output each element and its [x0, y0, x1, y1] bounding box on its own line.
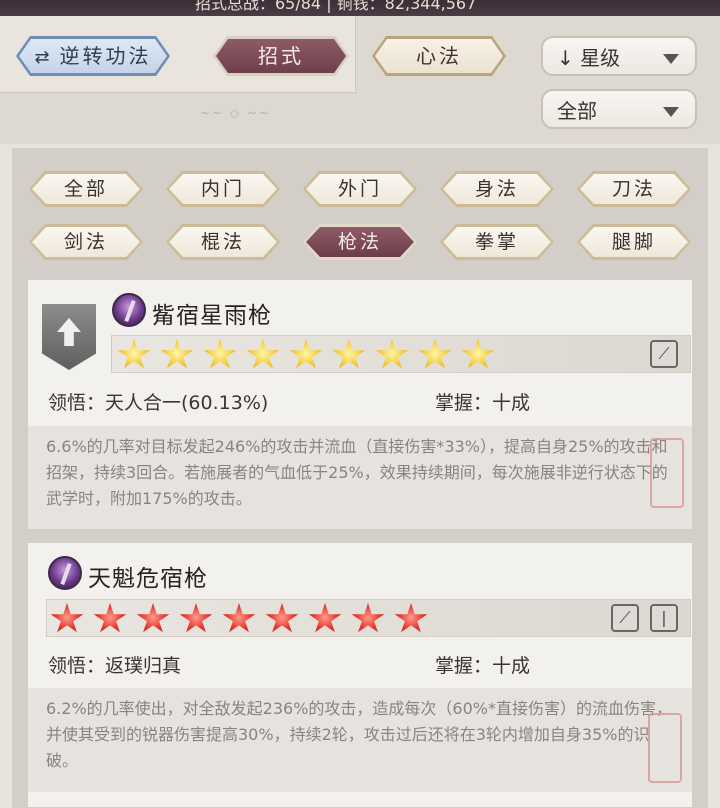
filter-inner-sect[interactable]: 内门: [166, 171, 280, 207]
spear-type-icon[interactable]: ⟋: [650, 340, 678, 368]
rank-up-icon[interactable]: [42, 304, 96, 370]
star-rating: ⟋: [111, 335, 691, 373]
star-icon: [394, 603, 428, 633]
star-icon: [136, 603, 170, 633]
star-icon: [179, 603, 213, 633]
comprehension-row: 领悟：天人合一(60.13%): [48, 392, 269, 414]
filter-staff[interactable]: 棍法: [166, 224, 280, 260]
skill-description: 6.6%的几率对目标发起246%的攻击并流血（直接伤害*33%），提高自身25%…: [28, 426, 692, 529]
mastery-row: 掌握：十成: [435, 392, 531, 414]
star-icon: [289, 339, 323, 369]
skill-name: 觜宿星雨枪: [152, 303, 272, 329]
swap-arrows-icon: ⇄: [34, 47, 50, 68]
star-icon: [117, 339, 151, 369]
spear-type-icon[interactable]: ⟋: [611, 604, 639, 632]
filter-blade[interactable]: 刀法: [577, 171, 691, 207]
reverse-technique-button[interactable]: ⇄ 逆转功法: [16, 36, 170, 76]
spear-skill-icon: [48, 556, 82, 590]
spear-skill-icon: [112, 293, 146, 327]
tab-moves[interactable]: 招式: [213, 36, 349, 76]
star-icon: [418, 339, 452, 369]
top-status-bar: 招式总战：65/84 | 铜钱：82,344,567: [0, 0, 720, 16]
comprehension-row: 领悟：返璞归真: [48, 655, 182, 677]
star-icon: [222, 603, 256, 633]
sort-down-icon: ↓: [557, 46, 574, 70]
filter-fist-palm[interactable]: 拳掌: [440, 224, 554, 260]
star-icon: [203, 339, 237, 369]
mastery-row: 掌握：十成: [435, 655, 531, 677]
seal-stamp: [650, 438, 684, 508]
skill-description: 6.2%的几率使出，对全敌发起236%的攻击，造成每次（60%*直接伤害）的流血…: [28, 688, 692, 792]
star-rating: ⟋ |: [46, 599, 691, 637]
stance-icon[interactable]: |: [650, 604, 678, 632]
star-icon: [265, 603, 299, 633]
star-icon: [93, 603, 127, 633]
header: ~~ ◇ ~~ ⇄ 逆转功法 招式 心法 ↓ 星级 全部: [0, 16, 720, 144]
star-icon: [461, 339, 495, 369]
skill-card[interactable]: 觜宿星雨枪 ⟋ 领悟：天人合一(60.13%) 掌握：十成 6.6%的几率对目标…: [28, 280, 692, 529]
filter-leg[interactable]: 腿脚: [577, 224, 691, 260]
divider-ornament: ~~ ◇ ~~: [200, 106, 272, 120]
seal-stamp: [648, 713, 682, 783]
filter-spear[interactable]: 枪法: [303, 224, 417, 260]
filter-all[interactable]: 全部: [29, 171, 143, 207]
sort-select[interactable]: ↓ 星级: [541, 36, 697, 76]
skill-card[interactable]: 天魁危宿枪 ⟋ | 领悟：返璞归真 掌握：十成 6.2%的几率使出，对全敌发起2…: [28, 543, 692, 807]
skill-name: 天魁危宿枪: [88, 566, 208, 592]
chevron-down-icon: [663, 54, 679, 64]
star-icon: [375, 339, 409, 369]
star-icon: [246, 339, 280, 369]
star-icon: [50, 603, 84, 633]
star-icon: [160, 339, 194, 369]
star-icon: [351, 603, 385, 633]
chevron-down-icon: [663, 107, 679, 117]
filter-sword[interactable]: 剑法: [29, 224, 143, 260]
tab-mind[interactable]: 心法: [372, 36, 506, 76]
star-icon: [308, 603, 342, 633]
filter-movement[interactable]: 身法: [440, 171, 554, 207]
top-status-text: 招式总战：65/84 | 铜钱：82,344,567: [195, 0, 477, 13]
filter-select[interactable]: 全部: [541, 89, 697, 129]
filter-outer-sect[interactable]: 外门: [303, 171, 417, 207]
star-icon: [332, 339, 366, 369]
